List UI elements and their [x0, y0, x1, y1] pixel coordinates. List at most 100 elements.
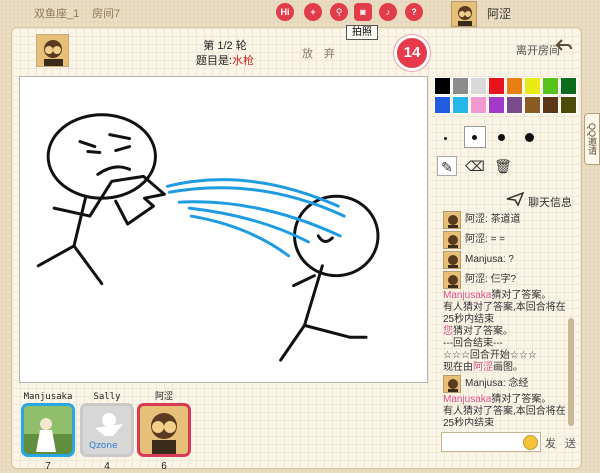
sound-icon[interactable]: ♪ [379, 3, 397, 21]
color-swatch[interactable] [560, 77, 577, 95]
player-score: 7 [45, 461, 51, 472]
chat-message: 您猜对了答案。 [438, 326, 572, 338]
player-avatar: Qzone [80, 403, 134, 457]
hi-icon[interactable]: Hi [276, 3, 294, 21]
player-score: 4 [104, 461, 110, 472]
pen-icon[interactable]: ✎ [437, 156, 457, 176]
camera-icon[interactable]: ◙ [354, 3, 372, 21]
color-swatch[interactable] [452, 96, 469, 114]
player-score: 6 [161, 461, 167, 472]
drawing [36, 113, 380, 362]
system-text: Manjusaka [443, 394, 492, 405]
brush-size-4[interactable] [525, 133, 534, 142]
color-swatch[interactable] [506, 96, 523, 114]
color-swatch[interactable] [488, 77, 505, 95]
qq-invite-tab[interactable]: QQ邀请 [584, 113, 600, 165]
round-indicator: 第 1/2 轮 [203, 40, 247, 52]
player-name: 阿涩 [154, 392, 173, 402]
eraser-icon[interactable]: ⌫ [465, 156, 485, 176]
chat-message: 阿涩: 仨字? [438, 270, 572, 290]
room-name: 双鱼座_1 [34, 8, 80, 20]
chat-avatar [443, 251, 461, 269]
chat-title: 聊天信息 [528, 197, 572, 209]
player-slot[interactable]: Manjusaka 7 [18, 391, 78, 472]
color-palette [434, 77, 577, 115]
system-text: 阿涩 [473, 362, 493, 373]
chat-avatar [443, 375, 461, 393]
username: 阿涩 [487, 7, 512, 21]
word-hint: 题目是:水枪 [190, 52, 260, 68]
system-text: 画图。 [493, 362, 523, 373]
emoji-icon[interactable] [523, 435, 538, 450]
brush-size-3[interactable] [498, 134, 505, 141]
chat-scrollbar[interactable] [568, 318, 574, 426]
hint-word: 水枪 [232, 55, 255, 67]
color-swatch[interactable] [434, 96, 451, 114]
chat-message: ---回合结束--- [438, 338, 572, 350]
system-text: 猜对了答案。 [491, 394, 552, 405]
add-friend-icon[interactable]: + [304, 3, 322, 21]
search-icon[interactable]: ⚲ [330, 3, 348, 21]
chat-message: 阿涩: 茶道道 [438, 210, 572, 230]
svg-text:Qzone: Qzone [89, 441, 118, 451]
system-text: ☆☆☆回合开始☆☆☆ [443, 350, 537, 361]
chat-text: 仨字? [490, 274, 517, 285]
drawing-canvas[interactable] [19, 76, 428, 383]
color-swatch[interactable] [470, 96, 487, 114]
chat-sender: 阿涩 [465, 274, 485, 285]
drawer-avatar [36, 34, 69, 67]
chat-message: 有人猜对了答案,本回合将在25秒内结束 [438, 406, 572, 426]
player-name: Sally [93, 392, 121, 402]
player-slot[interactable]: 阿涩 6 [134, 391, 194, 472]
system-text: 猜对了答案。 [491, 290, 552, 301]
help-icon[interactable]: ? [405, 3, 423, 21]
chat-message: Manjusaka猜对了答案。 [438, 290, 572, 302]
chat-sender: Manjusa [465, 254, 503, 265]
system-text: 您 [443, 326, 453, 337]
player-avatar [21, 403, 75, 457]
send-button[interactable]: 发 送 [545, 435, 579, 451]
countdown-timer: 14 [394, 35, 430, 71]
top-bar: 双鱼座_1 房间7 Hi + ⚲ ◙ ♪ ? 阿涩 [0, 0, 600, 27]
chat-text: ? [508, 254, 514, 265]
chat-message: Manjusaka猜对了答案。 [438, 394, 572, 406]
tooltip: 拍照 [346, 25, 378, 40]
system-text: 有人猜对了答案,本回合将在25秒内结束 [443, 302, 566, 325]
trash-icon[interactable]: 🗑 [493, 156, 513, 176]
system-text: 有人猜对了答案,本回合将在25秒内结束 [443, 406, 566, 426]
color-swatch[interactable] [524, 96, 541, 114]
color-swatch[interactable] [434, 77, 451, 95]
chat-avatar [443, 231, 461, 249]
color-swatch[interactable] [542, 77, 559, 95]
chat-message: Manjusa: 念经 [438, 374, 572, 394]
give-up-button[interactable]: 放 弃 [302, 45, 339, 61]
brush-size-2[interactable] [472, 135, 477, 140]
color-swatch[interactable] [542, 96, 559, 114]
chat-avatar [443, 271, 461, 289]
system-text: 现在由 [443, 362, 473, 373]
color-swatch[interactable] [524, 77, 541, 95]
chat-log[interactable]: 阿涩: 茶道道 阿涩: = = Manjusa: ? 阿涩: 仨字? Manjusaka… [438, 210, 572, 426]
back-arrow-icon[interactable] [556, 37, 572, 53]
send-arrow-icon [506, 192, 524, 206]
system-text: Manjusaka [443, 290, 492, 301]
chat-sender: 阿涩 [465, 214, 485, 225]
chat-text: = = [490, 234, 506, 245]
color-swatch[interactable] [470, 77, 487, 95]
color-swatch[interactable] [452, 77, 469, 95]
chat-message: ☆☆☆回合开始☆☆☆ [438, 350, 572, 362]
hint-prefix: 题目是: [195, 55, 233, 67]
chat-text: 念经 [508, 378, 529, 389]
color-swatch[interactable] [488, 96, 505, 114]
color-swatch[interactable] [560, 96, 577, 114]
chat-avatar [443, 211, 461, 229]
chat-text: 茶道道 [490, 214, 521, 225]
leave-room-button[interactable]: 离开房间 [516, 42, 560, 58]
chat-message: 有人猜对了答案,本回合将在25秒内结束 [438, 302, 572, 326]
player-slot[interactable]: Sally Qzone 4 [77, 391, 137, 472]
player-name: Manjusaka [23, 392, 73, 402]
brush-size-1[interactable] [444, 137, 447, 140]
system-text: ---回合结束--- [443, 338, 503, 349]
user-avatar[interactable] [451, 1, 477, 27]
color-swatch[interactable] [506, 77, 523, 95]
